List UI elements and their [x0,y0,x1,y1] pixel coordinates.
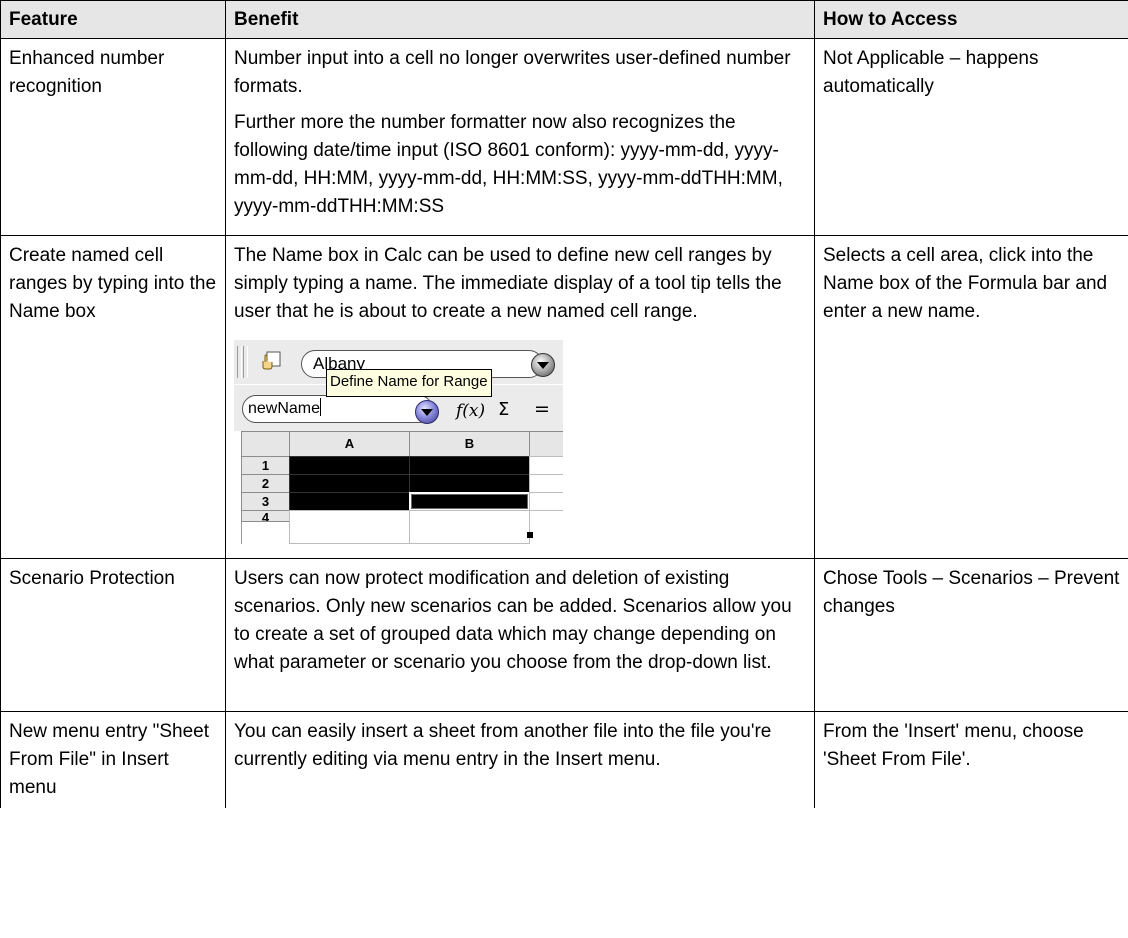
row-header-4[interactable]: 4 [241,510,290,522]
feature-cell: Create named cell ranges by typing into … [0,235,226,559]
feature-cell: New menu entry "Sheet From File" in Inse… [0,711,226,808]
cell-a3[interactable] [289,492,410,511]
row-header-3[interactable]: 3 [241,492,290,511]
benefit-text: The Name box in Calc can be used to defi… [234,245,782,322]
feature-text: New menu entry "Sheet From File" in Inse… [9,721,210,798]
access-text: From the 'Insert' menu, choose 'Sheet Fr… [823,721,1084,770]
access-cell: Selects a cell area, click into the Name… [814,235,1128,559]
access-cell: Not Applicable – happens automatically [814,38,1128,236]
function-wizard-icon[interactable]: f(x) [456,397,485,425]
benefit-cell: The Name box in Calc can be used to defi… [225,235,815,559]
cell[interactable] [529,456,563,475]
feature-cell: Enhanced number recognition [0,38,226,236]
corner-cell[interactable] [241,431,290,457]
header-feature: Feature [0,0,226,39]
row-header-1[interactable]: 1 [241,456,290,475]
benefit-text: You can easily insert a sheet from anoth… [234,721,772,770]
tooltip: Define Name for Range [326,369,492,397]
table-row: Create named cell ranges by typing into … [0,235,1128,559]
benefit-text: Users can now protect modification and d… [234,568,792,673]
name-box[interactable]: newName [242,395,433,423]
toolbar-grip [243,346,248,378]
cell[interactable] [529,492,563,511]
column-header[interactable] [529,431,563,457]
table-row: Scenario Protection Users can now protec… [0,558,1128,712]
cell-b3[interactable] [409,492,530,511]
access-text: Not Applicable – happens automatically [823,48,1039,97]
benefit-cell: Number input into a cell no longer overw… [225,38,815,236]
cell[interactable] [529,474,563,493]
header-how-to-access: How to Access [814,0,1128,39]
feature-text: Create named cell ranges by typing into … [9,245,217,322]
cell-a1[interactable] [289,456,410,475]
cell-b2[interactable] [409,474,530,493]
chevron-down-icon[interactable] [415,400,439,424]
toolbar-grip [237,346,242,378]
column-header-b[interactable]: B [409,431,530,457]
name-box-value: newName [248,400,321,417]
access-cell: From the 'Insert' menu, choose 'Sheet Fr… [814,711,1128,808]
benefit-cell: You can easily insert a sheet from anoth… [225,711,815,808]
feature-text: Enhanced number recognition [9,48,165,97]
feature-text: Scenario Protection [9,568,175,589]
navigator-icon [262,351,281,370]
access-text: Chose Tools – Scenarios – Prevent change… [823,568,1120,617]
spreadsheet-grid: A B 1 2 3 4 [234,431,563,544]
header-benefit: Benefit [225,0,815,39]
access-text: Selects a cell area, click into the Name… [823,245,1108,322]
cell-a4[interactable] [289,510,410,544]
feature-table: Feature Benefit How to Access Enhanced n… [0,0,1128,808]
formatting-toolbar: Albany Define Name for Range [234,340,563,397]
text-caret [320,398,322,416]
table-row: Enhanced number recognition Number input… [0,38,1128,236]
header-row: Feature Benefit How to Access [0,0,1128,39]
cell-a2[interactable] [289,474,410,493]
chevron-down-icon[interactable] [531,353,555,377]
calc-name-box-screenshot: Albany Define Name for Range newName f(x… [234,340,563,544]
cell-b1[interactable] [409,456,530,475]
equals-icon[interactable]: = [534,395,550,423]
cell-b4[interactable] [409,510,530,544]
column-header-a[interactable]: A [289,431,410,457]
feature-cell: Scenario Protection [0,558,226,712]
benefit-text: Further more the number formatter now al… [234,112,783,217]
table-row: New menu entry "Sheet From File" in Inse… [0,711,1128,808]
fill-handle[interactable] [527,532,533,538]
benefit-cell: Users can now protect modification and d… [225,558,815,712]
access-cell: Chose Tools – Scenarios – Prevent change… [814,558,1128,712]
benefit-text: Number input into a cell no longer overw… [234,48,791,97]
sum-icon[interactable]: Σ [498,396,509,424]
row-header-2[interactable]: 2 [241,474,290,493]
